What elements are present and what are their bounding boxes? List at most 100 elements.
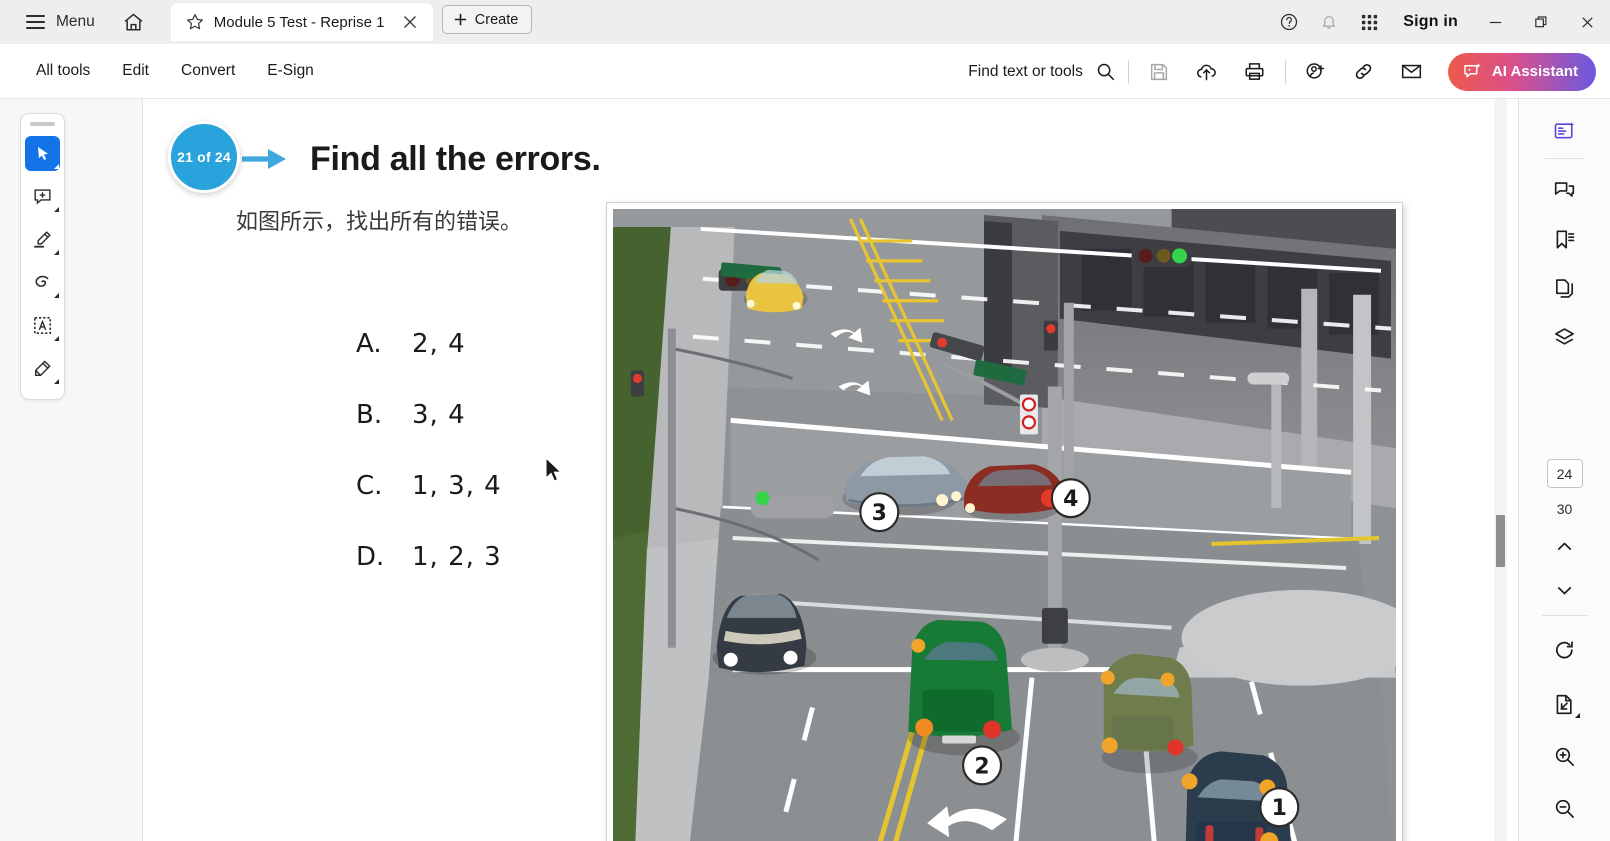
rotate-button[interactable] — [1545, 630, 1585, 670]
star-icon[interactable] — [185, 12, 205, 32]
draw-tool[interactable] — [25, 265, 60, 300]
question-header: 21 of 24 Find all the errors. — [168, 121, 601, 197]
notifications-button[interactable] — [1309, 0, 1349, 44]
option-c-letter: C. — [356, 471, 383, 501]
page-title: Find all the errors. — [310, 139, 601, 178]
menu-button[interactable]: Menu — [18, 0, 103, 44]
right-rail-separator-2 — [1541, 615, 1588, 616]
comment-panel-button[interactable] — [1545, 170, 1585, 210]
close-icon[interactable] — [399, 11, 421, 33]
help-button[interactable] — [1269, 0, 1309, 44]
intersection-artwork: 3 4 2 1 — [613, 209, 1396, 841]
find-button[interactable]: Find text or tools — [968, 61, 1122, 82]
minimize-button[interactable] — [1472, 0, 1518, 44]
bell-icon — [1319, 12, 1339, 32]
chevron-corner-icon — [54, 250, 59, 255]
chevron-corner-icon — [54, 164, 59, 169]
menu-label: Menu — [56, 13, 95, 30]
question-counter-label: 21 of 24 — [177, 149, 231, 165]
lasso-icon — [32, 272, 53, 293]
option-c[interactable]: C. 1, 3, 4 — [356, 471, 502, 501]
chevron-corner-icon — [54, 336, 59, 341]
chevron-corner-icon — [54, 207, 59, 212]
tab-title: Module 5 Test - Reprise 1 — [213, 13, 385, 31]
tab-edit[interactable]: Edit — [106, 56, 165, 86]
vertical-scrollbar-thumb[interactable] — [1496, 515, 1505, 567]
option-b[interactable]: B. 3, 4 — [356, 400, 502, 430]
document-canvas[interactable]: 21 of 24 Find all the errors. 如图所示，找出所有的… — [143, 99, 1518, 841]
intersection-scene: 3 4 2 1 — [613, 209, 1396, 841]
print-button[interactable] — [1231, 44, 1279, 99]
tab-esign[interactable]: E-Sign — [251, 56, 330, 86]
text-field-tool[interactable] — [25, 308, 60, 343]
comment-tool[interactable] — [25, 179, 60, 214]
mail-button[interactable] — [1388, 44, 1436, 99]
tab-all-tools[interactable]: All tools — [20, 56, 106, 86]
text-box-icon — [32, 315, 53, 336]
tool-palette — [20, 113, 65, 400]
minimize-icon — [1487, 14, 1504, 31]
vehicle-olive — [1100, 653, 1198, 774]
bookmark-panel-button[interactable] — [1545, 219, 1585, 259]
option-b-text: 3, 4 — [412, 400, 466, 430]
cloud-upload-icon — [1195, 60, 1218, 83]
marker-1: 1 — [1259, 787, 1300, 828]
next-page-button[interactable] — [1545, 571, 1585, 609]
left-tool-rail — [0, 99, 143, 841]
sign-in-button[interactable]: Sign in — [1389, 13, 1472, 31]
add-comment-icon — [32, 186, 53, 207]
svg-text:2: 2 — [974, 754, 989, 779]
home-button[interactable] — [113, 0, 155, 44]
vertical-scrollbar-track[interactable] — [1494, 99, 1507, 841]
application-window: Menu Module 5 Test - Reprise 1 Create Si… — [0, 0, 1610, 841]
apps-button[interactable] — [1349, 0, 1389, 44]
layers-panel-button[interactable] — [1545, 317, 1585, 357]
document-tab[interactable]: Module 5 Test - Reprise 1 — [170, 3, 433, 41]
option-d[interactable]: D. 1, 2, 3 — [356, 542, 502, 572]
page-thumbnails-button[interactable] — [1545, 268, 1585, 308]
highlight-tool[interactable] — [25, 222, 60, 257]
page-thumbnails-icon — [1553, 277, 1576, 300]
toolbar-separator-2 — [1284, 59, 1286, 84]
fill-sign-tool[interactable] — [25, 351, 60, 386]
zoom-out-button[interactable] — [1545, 788, 1585, 828]
restore-button[interactable] — [1518, 0, 1564, 44]
title-bar-left: Menu Module 5 Test - Reprise 1 Create — [0, 0, 533, 44]
link-button[interactable] — [1340, 44, 1388, 99]
svg-text:1: 1 — [1272, 796, 1287, 821]
select-tool[interactable] — [25, 136, 60, 171]
option-c-text: 1, 3, 4 — [412, 471, 502, 501]
fill-sign-icon — [32, 358, 53, 379]
add-stamp-button[interactable] — [1292, 44, 1340, 99]
create-button[interactable]: Create — [441, 5, 533, 34]
previous-page-button[interactable] — [1545, 527, 1585, 565]
tab-convert[interactable]: Convert — [165, 56, 251, 86]
bookmark-panel-icon — [1553, 228, 1576, 251]
ai-assistant-panel-button[interactable] — [1545, 111, 1585, 151]
chevron-corner-icon — [54, 293, 59, 298]
search-icon[interactable] — [1095, 61, 1116, 82]
link-icon — [1352, 60, 1375, 83]
option-a-letter: A. — [356, 329, 382, 359]
ai-assistant-button[interactable]: AI Assistant — [1447, 52, 1596, 91]
create-label: Create — [474, 11, 519, 28]
layers-panel-icon — [1553, 326, 1576, 349]
restore-icon — [1533, 14, 1550, 31]
mouse-cursor — [545, 456, 563, 488]
app-grid-icon — [1360, 13, 1379, 32]
cursor-arrow-icon — [34, 145, 52, 163]
option-a-text: 2, 4 — [412, 329, 466, 359]
page-number-input[interactable]: 24 — [1546, 459, 1583, 488]
plus-icon — [453, 12, 468, 27]
chevron-up-icon — [1554, 536, 1575, 557]
question-counter-badge: 21 of 24 — [168, 121, 244, 197]
zoom-in-button[interactable] — [1545, 736, 1585, 776]
save-floppy-icon — [1148, 61, 1170, 83]
window-close-button[interactable] — [1564, 0, 1610, 44]
highlighter-icon — [32, 229, 53, 250]
save-button[interactable] — [1135, 44, 1183, 99]
cloud-upload-button[interactable] — [1183, 44, 1231, 99]
fit-page-button[interactable] — [1545, 684, 1585, 724]
palette-drag-handle[interactable] — [30, 122, 55, 126]
option-a[interactable]: A. 2, 4 — [356, 329, 502, 359]
